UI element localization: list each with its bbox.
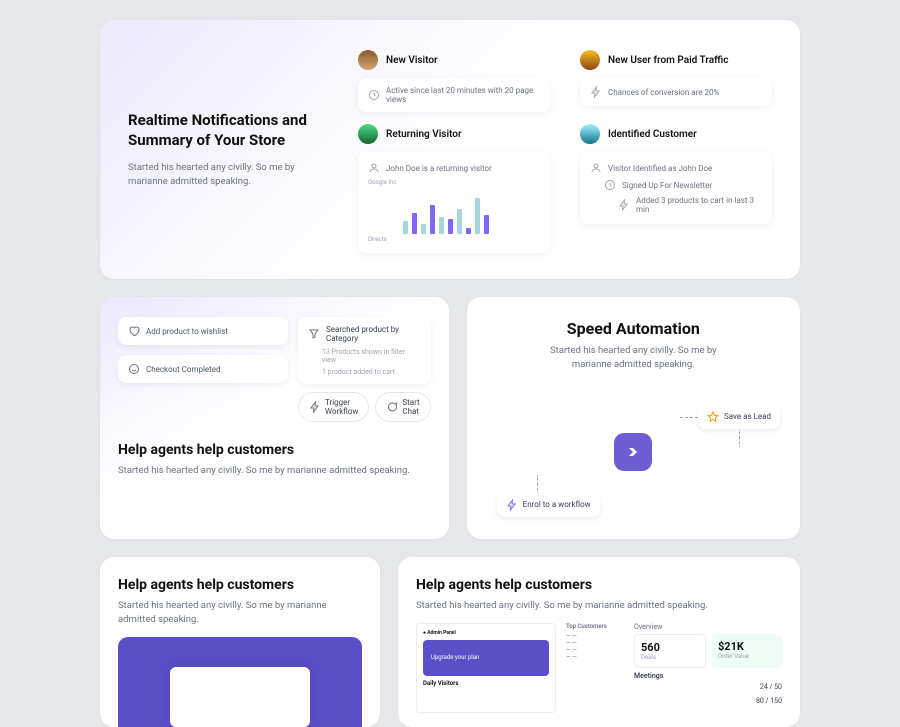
chart-label: Directs [368, 236, 387, 243]
agents-title: Help agents help customers [118, 442, 431, 458]
dash-label: Daily Visitors [423, 680, 549, 687]
wishlist-chip[interactable]: Add product to wishlist [118, 317, 288, 345]
person-icon [590, 162, 602, 174]
bottom-subtitle: Started his hearted any civilly. So me b… [416, 599, 782, 613]
bottom-subtitle: Started his hearted any civilly. So me b… [118, 599, 362, 628]
speed-card: Speed Automation Started his hearted any… [467, 297, 800, 539]
dashboard-preview: ● Admin Panel Upgrade your plan Daily Vi… [416, 623, 782, 713]
bottom-card-2: Help agents help customers Started his h… [398, 557, 800, 727]
filter-icon [308, 328, 320, 340]
bolt-icon [506, 499, 518, 511]
stat-deals: 560Deals [634, 634, 706, 668]
hero-text: Realtime Notifications and Summary of Yo… [128, 50, 328, 253]
search-title: Searched product by Category [326, 325, 421, 343]
heart-icon [128, 325, 140, 337]
upgrade-banner: Upgrade your plan [423, 640, 549, 676]
avatar [580, 50, 600, 70]
avatar [580, 124, 600, 144]
visitor-info: Chances of conversion are 20% [580, 78, 772, 106]
hero-subtitle: Started his hearted any civilly. So me b… [128, 161, 328, 190]
visitor-title: New User from Paid Traffic [608, 55, 729, 66]
bolt-icon [590, 86, 602, 98]
info-text: Active since last 20 minutes with 20 pag… [386, 86, 540, 104]
speed-title: Speed Automation [487, 319, 780, 338]
bottom-title: Help agents help customers [416, 577, 782, 593]
bolt-icon [618, 199, 630, 211]
dash-customers: Top Customers — —— —— —— — [566, 623, 626, 713]
info-text: Chances of conversion are 20% [608, 88, 719, 97]
search-sub: 1 product added to cart [308, 368, 421, 376]
visitor-info: Visitor Identified as John Doe Signed Up… [580, 152, 772, 224]
info-text: Visitor Identified as John Doe [608, 164, 712, 173]
info-text: Signed Up For Newsletter [622, 181, 712, 190]
clock-icon [604, 179, 616, 191]
bolt-icon [309, 401, 321, 413]
speed-diagram: Save as Lead Enrol to a workflow [487, 387, 780, 517]
visitor-title: New Visitor [386, 55, 438, 66]
visitor-info: John Doe is a returning visitor Google I… [358, 152, 550, 253]
speed-subtitle: Started his hearted any civilly. So me b… [543, 344, 723, 373]
search-sub: 13 Products shown in filter view [308, 348, 421, 364]
speed-logo [614, 433, 652, 471]
mini-bar-chart [368, 192, 540, 234]
meet-val: 80 / 150 [756, 697, 782, 705]
chip-label: Add product to wishlist [146, 327, 228, 336]
agents-card: Add product to wishlist Checkout Complet… [100, 297, 449, 539]
bottom-title: Help agents help customers [118, 577, 362, 593]
meet-val: 24 / 50 [760, 683, 782, 691]
visitor-identified: Identified Customer Visitor Identified a… [580, 124, 772, 253]
overview-label: Overview [634, 623, 782, 631]
visitor-new: New Visitor Active since last 20 minutes… [358, 50, 550, 112]
enrol-workflow-chip[interactable]: Enrol to a workflow [497, 493, 600, 517]
smile-icon [128, 363, 140, 375]
dash-stats: Overview 560Deals $21KOrder Value Meetin… [634, 623, 782, 713]
btn-label: Trigger Workflow [325, 398, 358, 416]
avatar [358, 124, 378, 144]
person-icon [368, 162, 380, 174]
chip-label: Enrol to a workflow [523, 500, 591, 509]
visitor-info: Active since last 20 minutes with 20 pag… [358, 78, 550, 112]
clock-icon [368, 89, 380, 101]
visitor-paid: New User from Paid Traffic Chances of co… [580, 50, 772, 112]
star-icon [707, 411, 719, 423]
avatar [358, 50, 378, 70]
save-lead-chip[interactable]: Save as Lead [698, 405, 780, 429]
dash-left-panel: ● Admin Panel Upgrade your plan Daily Vi… [416, 623, 556, 713]
checkout-chip[interactable]: Checkout Completed [118, 355, 288, 383]
stack-illustration [118, 637, 362, 727]
chart-label: Google Inc [368, 179, 540, 186]
hero-card: Realtime Notifications and Summary of Yo… [100, 20, 800, 279]
chip-label: Save as Lead [724, 412, 771, 421]
agents-subtitle: Started his hearted any civilly. So me b… [118, 464, 431, 478]
info-text: John Doe is a returning visitor [386, 164, 492, 173]
btn-label: Start Chat [402, 398, 419, 416]
hero-grid: New Visitor Active since last 20 minutes… [358, 50, 772, 253]
search-panel: Searched product by Category 13 Products… [298, 317, 431, 384]
bottom-card-1: Help agents help customers Started his h… [100, 557, 380, 727]
hero-title: Realtime Notifications and Summary of Yo… [128, 110, 328, 151]
chip-label: Checkout Completed [146, 365, 221, 374]
start-chat-button[interactable]: Start Chat [375, 392, 430, 422]
visitor-returning: Returning Visitor John Doe is a returnin… [358, 124, 550, 253]
info-text: Added 3 products to cart in last 3 min [636, 196, 762, 214]
visitor-title: Identified Customer [608, 129, 697, 140]
chat-icon [386, 401, 398, 413]
visitor-title: Returning Visitor [386, 129, 462, 140]
meetings-label: Meetings [634, 672, 782, 680]
stat-order-value: $21KOrder Value [712, 634, 782, 668]
trigger-workflow-button[interactable]: Trigger Workflow [298, 392, 369, 422]
